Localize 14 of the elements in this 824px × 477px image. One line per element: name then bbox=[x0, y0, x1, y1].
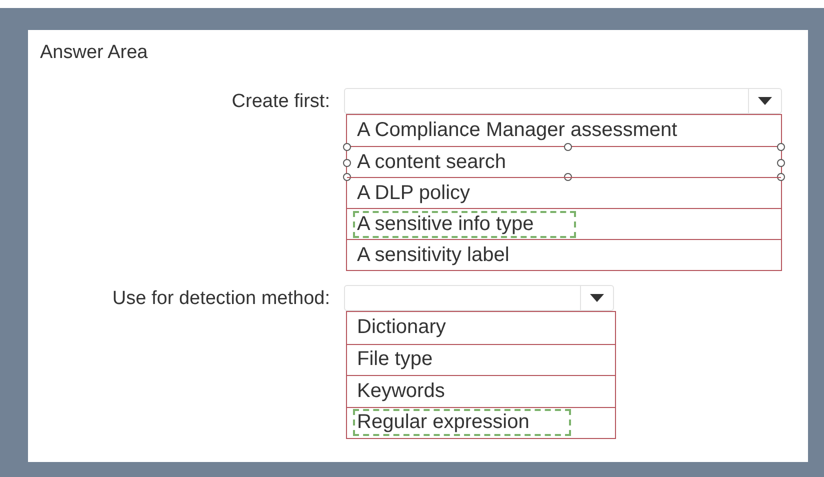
dropdown[interactable] bbox=[344, 285, 614, 311]
answer-option[interactable]: A DLP policy bbox=[347, 177, 781, 208]
question-label: Use for detection method: bbox=[111, 287, 330, 311]
dropdown[interactable] bbox=[344, 88, 782, 114]
panel-title: Answer Area bbox=[40, 42, 149, 64]
answer-option[interactable]: A sensitive info type bbox=[347, 208, 781, 239]
answer-option[interactable]: File type bbox=[347, 344, 615, 375]
answer-option[interactable]: Dictionary bbox=[347, 312, 615, 344]
answer-option[interactable]: Keywords bbox=[347, 375, 615, 406]
question-label: Create first: bbox=[230, 90, 330, 114]
caret-icon bbox=[758, 97, 772, 105]
caret-icon bbox=[590, 294, 604, 302]
answer-option[interactable]: A sensitivity label bbox=[347, 239, 781, 270]
answer-option[interactable]: A Compliance Manager assessment bbox=[347, 115, 781, 146]
